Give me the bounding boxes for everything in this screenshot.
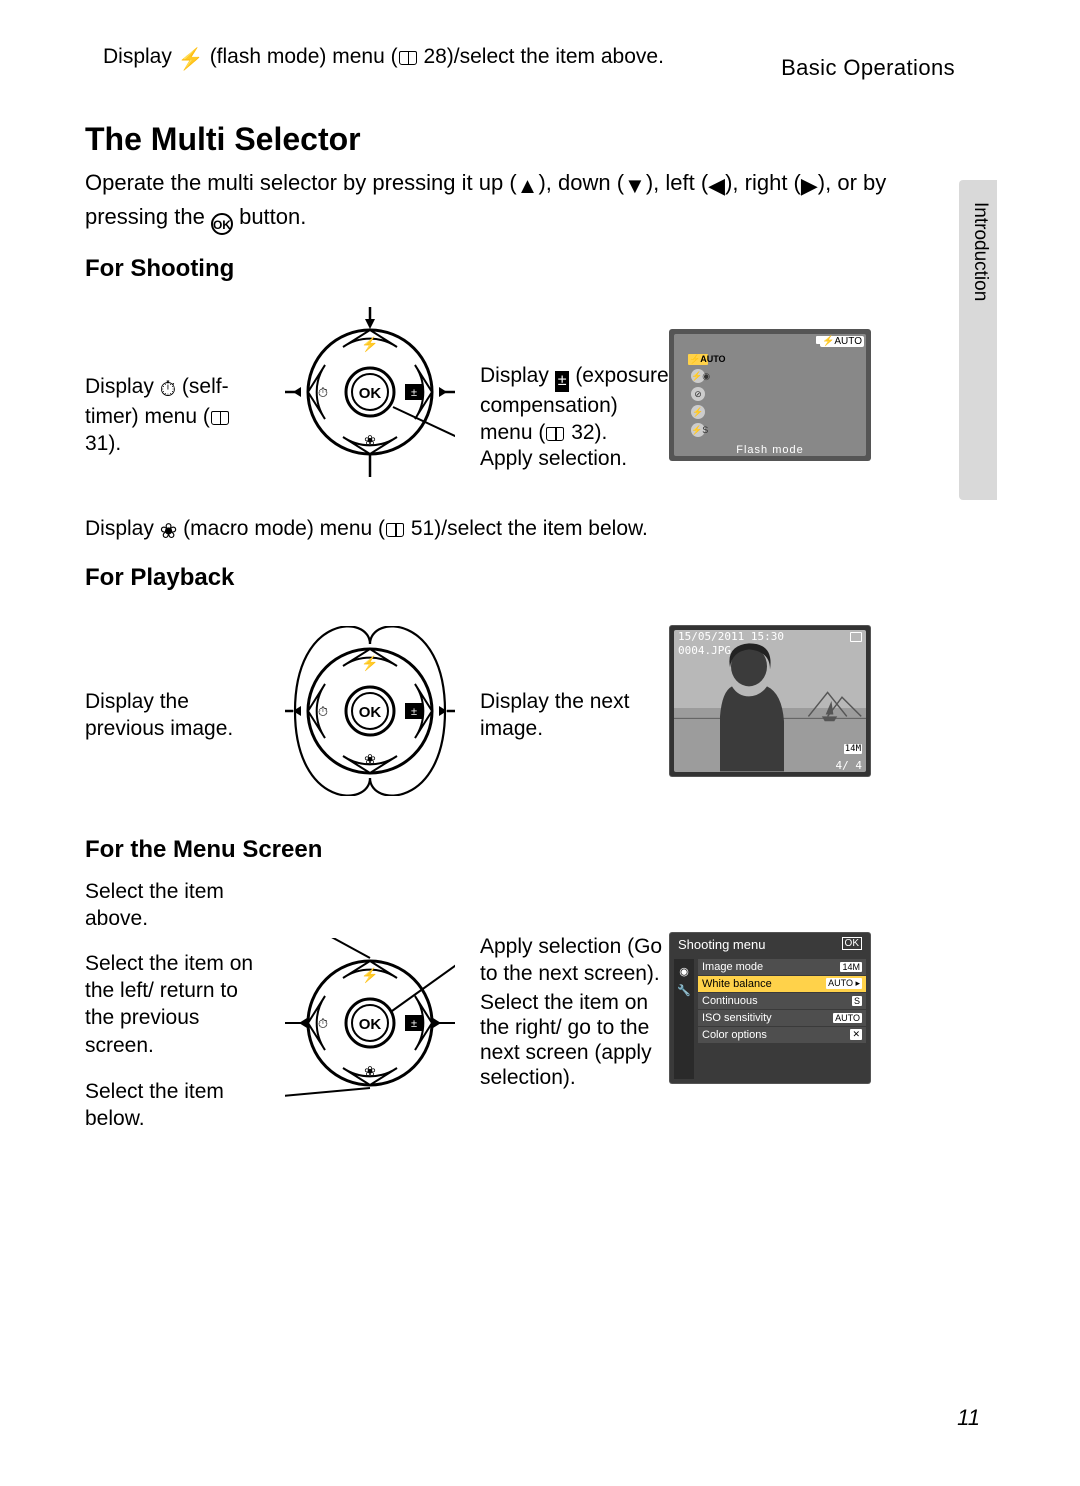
page-title: The Multi Selector: [85, 121, 955, 158]
playback-heading: For Playback: [85, 564, 955, 592]
multi-selector-dial: OK ⚡ ❀ ⏱ ±: [285, 938, 455, 1114]
menu-item: Color options✕: [698, 1027, 866, 1043]
svg-text:⚡: ⚡: [361, 336, 378, 353]
menu-heading: For the Menu Screen: [85, 836, 955, 864]
menu-item: ISO sensitivityAUTO: [698, 1010, 866, 1026]
svg-text:⏱: ⏱: [318, 385, 328, 400]
page-ref-icon: [386, 523, 404, 537]
shooting-right-caption: Display ± (exposure compensation) menu (…: [480, 362, 675, 446]
page-ref-icon: [546, 427, 564, 441]
flash-menu-item-slow: ⚡S: [691, 423, 705, 437]
page-number: 11: [957, 1405, 980, 1431]
shooting-left-caption: Display ⏱ (self-timer) menu ( 31).: [85, 373, 260, 458]
menu-apply-caption: Apply selection (Go to the next screen).: [480, 933, 670, 988]
flash-mode-label: Flash mode: [670, 444, 870, 456]
svg-text:±: ±: [411, 387, 417, 399]
svg-text:⏱: ⏱: [318, 1016, 328, 1031]
menu-right-caption: Select the item on the right/ go to the …: [480, 990, 670, 1091]
menu-item: White balanceAUTO ▸: [698, 976, 866, 992]
left-triangle-icon: ◀: [708, 171, 725, 202]
flash-menu-item-redeye: ⚡◉: [691, 369, 705, 383]
shooting-apply-caption: Apply selection.: [480, 447, 627, 471]
setup-tab-icon: 🔧: [674, 986, 694, 997]
menu-screen-list: Image mode14MWhite balanceAUTO ▸Continuo…: [698, 959, 866, 1044]
right-triangle-icon: ▶: [801, 171, 818, 202]
memory-card-icon: [850, 632, 862, 642]
svg-text:OK: OK: [359, 385, 382, 402]
playback-right-caption: Display the next image.: [480, 688, 655, 743]
up-triangle-icon: ▲: [517, 171, 539, 202]
multi-selector-dial: OK ⚡ ❀ ⏱ ±: [285, 626, 455, 802]
flash-menu-item-auto: ⚡AUTO: [688, 354, 708, 365]
svg-text:±: ±: [411, 706, 417, 718]
intro-text: Operate the multi selector by pressing i…: [85, 168, 955, 235]
thumb-tab-label: Introduction: [969, 202, 991, 301]
playback-left-caption: Display the previous image.: [85, 688, 260, 743]
flash-auto-badge: ⚡AUTO: [820, 336, 864, 347]
svg-text:OK: OK: [359, 704, 382, 721]
playback-date: 15/05/2011 15:30: [678, 630, 784, 643]
menu-item: ContinuousS: [698, 993, 866, 1009]
svg-text:⏱: ⏱: [318, 704, 328, 719]
playback-imagesize: 14M: [844, 744, 862, 754]
camera-screen-playback: 15/05/2011 15:30 0004.JPG 14M 4/ 4: [670, 626, 870, 776]
flash-icon: ⚡: [178, 48, 204, 72]
svg-text:OK: OK: [359, 1016, 382, 1033]
flash-menu-item-fill: ⚡: [691, 405, 705, 419]
menu-screen-sidebar: ◉ 🔧: [674, 959, 694, 1079]
svg-text:❀: ❀: [364, 432, 376, 448]
self-timer-icon: ⏱: [160, 376, 176, 403]
down-triangle-icon: ▼: [624, 171, 646, 202]
shooting-up-caption: Display ⚡ (flash mode) menu ( 28)/select…: [103, 45, 863, 72]
menu-up-caption: Select the item above.: [85, 878, 260, 933]
camera-screen-shooting: ⚡AUTO ⚡AUTO ⚡◉ ⊘ ⚡ ⚡S Flash mode: [670, 330, 870, 460]
playback-filename: 0004.JPG: [678, 644, 731, 657]
exposure-icon: ±: [555, 371, 570, 392]
flash-menu-column: ⚡AUTO ⚡◉ ⊘ ⚡ ⚡S: [688, 354, 708, 441]
shooting-heading: For Shooting: [85, 255, 955, 283]
thumb-tab: Introduction: [959, 180, 997, 500]
page-ref-icon: [399, 51, 417, 65]
menu-screen-title: Shooting menu OK: [678, 937, 862, 952]
camera-screen-menu: Shooting menu OK ◉ 🔧 Image mode14MWhite …: [670, 933, 870, 1083]
menu-left-caption: Select the item on the left/ return to t…: [85, 950, 260, 1059]
camera-tab-icon: ◉: [674, 967, 694, 978]
person-silhouette-icon: [712, 641, 792, 772]
svg-text:±: ±: [411, 1018, 417, 1030]
multi-selector-dial: OK ⚡ ❀ ⏱ ±: [285, 307, 455, 483]
ok-badge-icon: OK: [842, 937, 862, 950]
flash-menu-item-off: ⊘: [691, 387, 705, 401]
playback-counter: 4/ 4: [836, 759, 863, 772]
svg-text:⚡: ⚡: [361, 655, 378, 672]
page-ref-icon: [211, 411, 229, 425]
dial-svg: OK ⚡ ❀ ⏱ ±: [285, 307, 455, 477]
svg-text:❀: ❀: [364, 1063, 376, 1079]
svg-text:⚡: ⚡: [361, 967, 378, 984]
menu-item: Image mode14M: [698, 959, 866, 975]
menu-below-caption: Select the item below.: [85, 1078, 260, 1133]
svg-text:❀: ❀: [364, 751, 376, 767]
macro-icon: ❀: [160, 519, 178, 544]
shooting-down-caption: Display ❀ (macro mode) menu ( 51)/select…: [85, 517, 955, 544]
ok-button-icon: OK: [211, 213, 233, 235]
